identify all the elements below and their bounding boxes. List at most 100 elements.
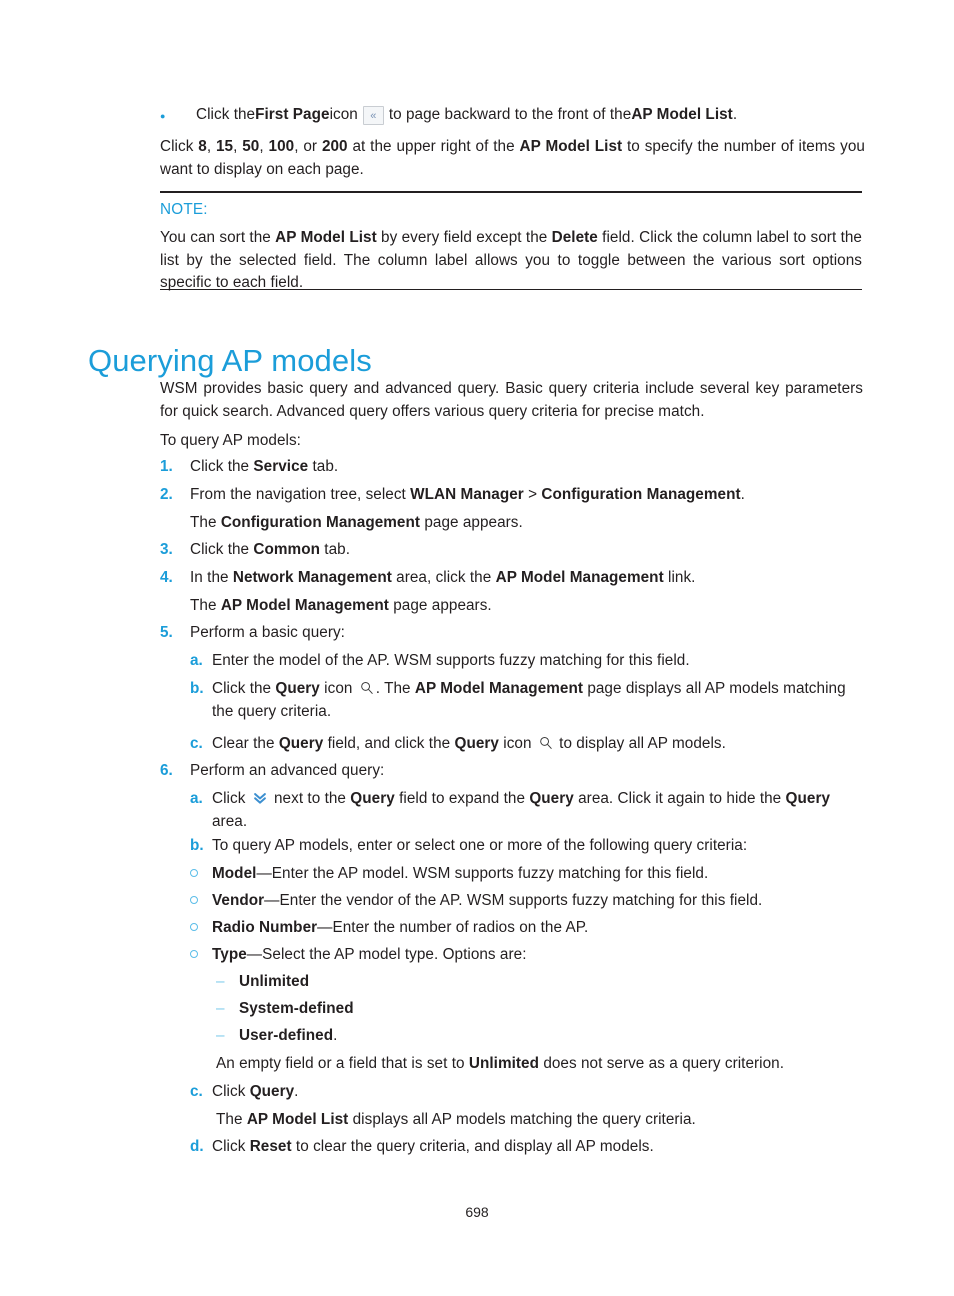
substep-marker: b. <box>190 837 204 854</box>
note-divider-bottom <box>160 289 862 291</box>
text-fragment: page appears. <box>388 597 492 614</box>
field-query: Query <box>350 790 395 807</box>
list-item-text: Click the First Page icon « to page back… <box>196 104 865 127</box>
page-size-200: 200 <box>321 138 348 155</box>
step-6a: a. Click next to the Query field to expa… <box>190 788 863 833</box>
step-5: 5. Perform a basic query: <box>160 622 863 645</box>
text-fragment: icon <box>319 680 357 697</box>
text-fragment: Click <box>212 790 250 807</box>
intro-lead-in: To query AP models: <box>160 432 301 449</box>
text-fragment: The <box>190 514 221 531</box>
step-6c: c. Click Query. <box>190 1081 863 1104</box>
step-text: Perform a basic query: <box>190 624 345 641</box>
substep-marker: a. <box>190 790 203 807</box>
text-fragment: next to the <box>269 790 351 807</box>
link-ap-model-management: AP Model Management <box>495 569 664 586</box>
area-query: Query <box>785 790 831 807</box>
step-text: Click the Service tab. <box>190 456 863 479</box>
circle-bullet-icon <box>190 863 212 886</box>
text-fragment: Click <box>212 1138 250 1155</box>
query-search-icon[interactable] <box>539 735 553 749</box>
page-title: Querying AP models <box>88 342 372 378</box>
text-fragment: From the navigation tree, select <box>190 486 411 503</box>
criteria-item-model: Model—Enter the AP model. WSM supports f… <box>190 863 863 886</box>
step-6b: b. To query AP models, enter or select o… <box>190 835 863 858</box>
text-fragment: An empty field or a field that is set to <box>216 1055 469 1072</box>
text-fragment: . <box>294 1083 299 1100</box>
note-body: You can sort the AP Model List by every … <box>160 227 862 295</box>
list-item: Click the First Page icon « to page back… <box>160 104 865 127</box>
document-page: Click the First Page icon « to page back… <box>0 0 954 1296</box>
substep-text: Click the Query icon . The AP Model Mana… <box>212 678 863 723</box>
substep-text: Enter the model of the AP. WSM supports … <box>212 652 690 669</box>
type-options-note: An empty field or a field that is set to… <box>216 1053 863 1076</box>
text-fragment: Click <box>160 138 199 155</box>
text-fragment: > <box>523 486 542 503</box>
term-ap-model-list: AP Model List <box>246 1111 349 1128</box>
option-label: User-defined. <box>239 1025 863 1048</box>
criteria-name: Type <box>212 946 247 963</box>
substep-text: Clear the Query field, and click the Que… <box>212 733 863 756</box>
note-divider-top <box>160 191 862 193</box>
criteria-name: Radio Number <box>212 919 318 936</box>
term-ap-model-list: AP Model List <box>631 106 733 123</box>
type-option-unlimited: Unlimited <box>216 971 863 994</box>
query-search-icon[interactable] <box>360 680 374 694</box>
tab-service: Service <box>253 458 309 475</box>
term-delete: Delete <box>551 229 598 246</box>
option-label: Unlimited <box>239 973 310 990</box>
criteria-name: Model <box>212 865 257 882</box>
criteria-text: Radio Number—Enter the number of radios … <box>212 917 863 940</box>
step-1: 1. Click the Service tab. <box>160 456 863 479</box>
dash-bullet-icon <box>216 971 239 994</box>
dash-bullet-icon <box>216 998 239 1021</box>
term-query: Query <box>454 735 499 752</box>
step-4: 4. In the Network Management area, click… <box>160 567 863 590</box>
criteria-item-radio-number: Radio Number—Enter the number of radios … <box>190 917 863 940</box>
text-fragment: , <box>259 138 269 155</box>
first-page-icon[interactable]: « <box>362 106 384 125</box>
text-fragment: area. Click it again to hide the <box>573 790 786 807</box>
text-fragment: The <box>216 1111 247 1128</box>
type-option-system-defined: System-defined <box>216 998 863 1021</box>
circle-bullet-icon <box>190 944 212 967</box>
circle-bullet-icon <box>190 890 212 913</box>
text-fragment: You can sort the <box>160 229 276 246</box>
text-fragment: Click the <box>190 458 254 475</box>
option-unlimited: Unlimited <box>468 1055 540 1072</box>
step-number: 4. <box>160 569 173 586</box>
term-ap-model-list: AP Model List <box>519 138 623 155</box>
text-fragment: icon <box>329 106 358 123</box>
step-number: 2. <box>160 486 173 503</box>
criteria-item-type: Type—Select the AP model type. Options a… <box>190 944 863 967</box>
substep-marker: c. <box>190 1083 203 1100</box>
substep-marker: c. <box>190 735 203 752</box>
text-fragment: at the upper right of the <box>347 138 520 155</box>
text-fragment: . <box>732 106 738 123</box>
text-fragment: area, click the <box>391 569 496 586</box>
step-number: 3. <box>160 541 173 558</box>
term-first-page: First Page <box>255 106 330 123</box>
page-configuration-management: Configuration Management <box>220 514 421 531</box>
step-text: Click the Common tab. <box>190 539 863 562</box>
text-fragment: Click <box>212 1083 250 1100</box>
option-label: System-defined <box>239 1000 354 1017</box>
criteria-desc: —Enter the AP model. WSM supports fuzzy … <box>256 865 709 882</box>
button-reset: Reset <box>249 1138 292 1155</box>
text-fragment: does not serve as a query criterion. <box>539 1055 785 1072</box>
text-fragment: , or <box>294 138 322 155</box>
substep-marker: b. <box>190 680 204 697</box>
nav-configuration-management: Configuration Management <box>541 486 741 503</box>
page-size-100: 100 <box>268 138 295 155</box>
criteria-text: Model—Enter the AP model. WSM supports f… <box>212 863 863 886</box>
criteria-desc: —Enter the number of radios on the AP. <box>317 919 589 936</box>
step-6d: d. Click Reset to clear the query criter… <box>190 1136 863 1159</box>
expand-chevron-icon[interactable] <box>253 790 267 804</box>
step-5c: c. Clear the Query field, and click the … <box>190 733 863 756</box>
area-query: Query <box>529 790 574 807</box>
paragraph-page-sizes: Click 8, 15, 50, 100, or 200 at the uppe… <box>160 136 865 181</box>
tab-common: Common <box>253 541 320 558</box>
substep-text: To query AP models, enter or select one … <box>212 837 748 854</box>
criteria-name: Vendor <box>212 892 265 909</box>
text-fragment: The <box>190 597 221 614</box>
